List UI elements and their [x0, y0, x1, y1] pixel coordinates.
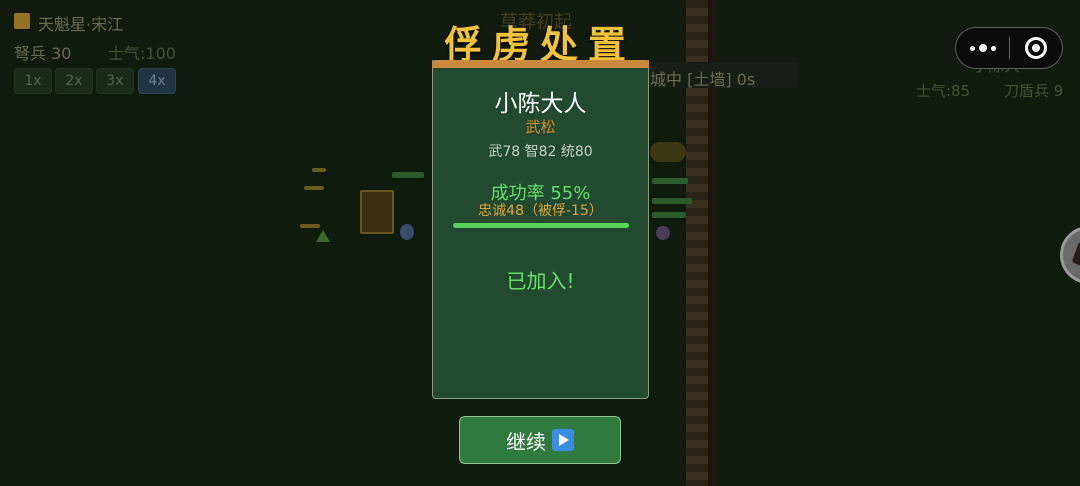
- general-name: 武松: [525, 118, 556, 136]
- captive-panel: 小陈大人 武松 武78 智82 统80 成功率 55% 忠诚48（被俘-15） …: [432, 60, 649, 399]
- officer-name: 小陈大人: [494, 91, 587, 117]
- unit-sprite: [652, 212, 686, 218]
- enemy-morale: 士气:85: [916, 82, 971, 100]
- enemy-troops: 刀盾兵 9: [1004, 82, 1064, 100]
- speed-2x-button[interactable]: 2x: [55, 68, 93, 94]
- unit-sprite: [400, 224, 414, 240]
- unit-sprite: [652, 178, 688, 184]
- success-progress-bar: [453, 223, 629, 228]
- speed-3x-button[interactable]: 3x: [96, 68, 134, 94]
- general-stats: 武78 智82 统80: [488, 144, 593, 160]
- unit-sprite: [312, 168, 326, 172]
- unit-sprite: [652, 198, 692, 204]
- unit-sprite: [656, 226, 670, 240]
- continue-button[interactable]: 继续: [459, 416, 621, 464]
- loyalty-value: 忠诚48（被俘-15）: [478, 203, 603, 219]
- unit-sprite: [360, 190, 394, 234]
- speed-4x-button[interactable]: 4x: [138, 68, 176, 94]
- player-morale: 士气:100: [108, 44, 176, 63]
- unit-sprite: [392, 172, 424, 178]
- more-dots-icon[interactable]: [956, 28, 1009, 68]
- siege-status: 城中 [土墙] 0s: [650, 70, 756, 89]
- unit-sprite: [650, 142, 686, 162]
- speed-1x-button[interactable]: 1x: [14, 68, 52, 94]
- success-progress-fill: [453, 223, 629, 228]
- panel-top-trim: [432, 60, 649, 68]
- player-name: 天魁星·宋江: [38, 15, 124, 34]
- continue-label: 继续: [506, 429, 546, 454]
- play-icon: [552, 429, 574, 451]
- player-flag-icon: [14, 13, 30, 29]
- unit-sprite: [304, 186, 324, 190]
- result-text: 已加入!: [506, 269, 575, 293]
- unit-sprite: [300, 224, 320, 228]
- unit-sprite: [316, 230, 330, 242]
- close-circle-icon[interactable]: [1010, 28, 1062, 68]
- miniprogram-capsule: [955, 27, 1063, 69]
- player-troops: 弩兵 30: [14, 44, 72, 63]
